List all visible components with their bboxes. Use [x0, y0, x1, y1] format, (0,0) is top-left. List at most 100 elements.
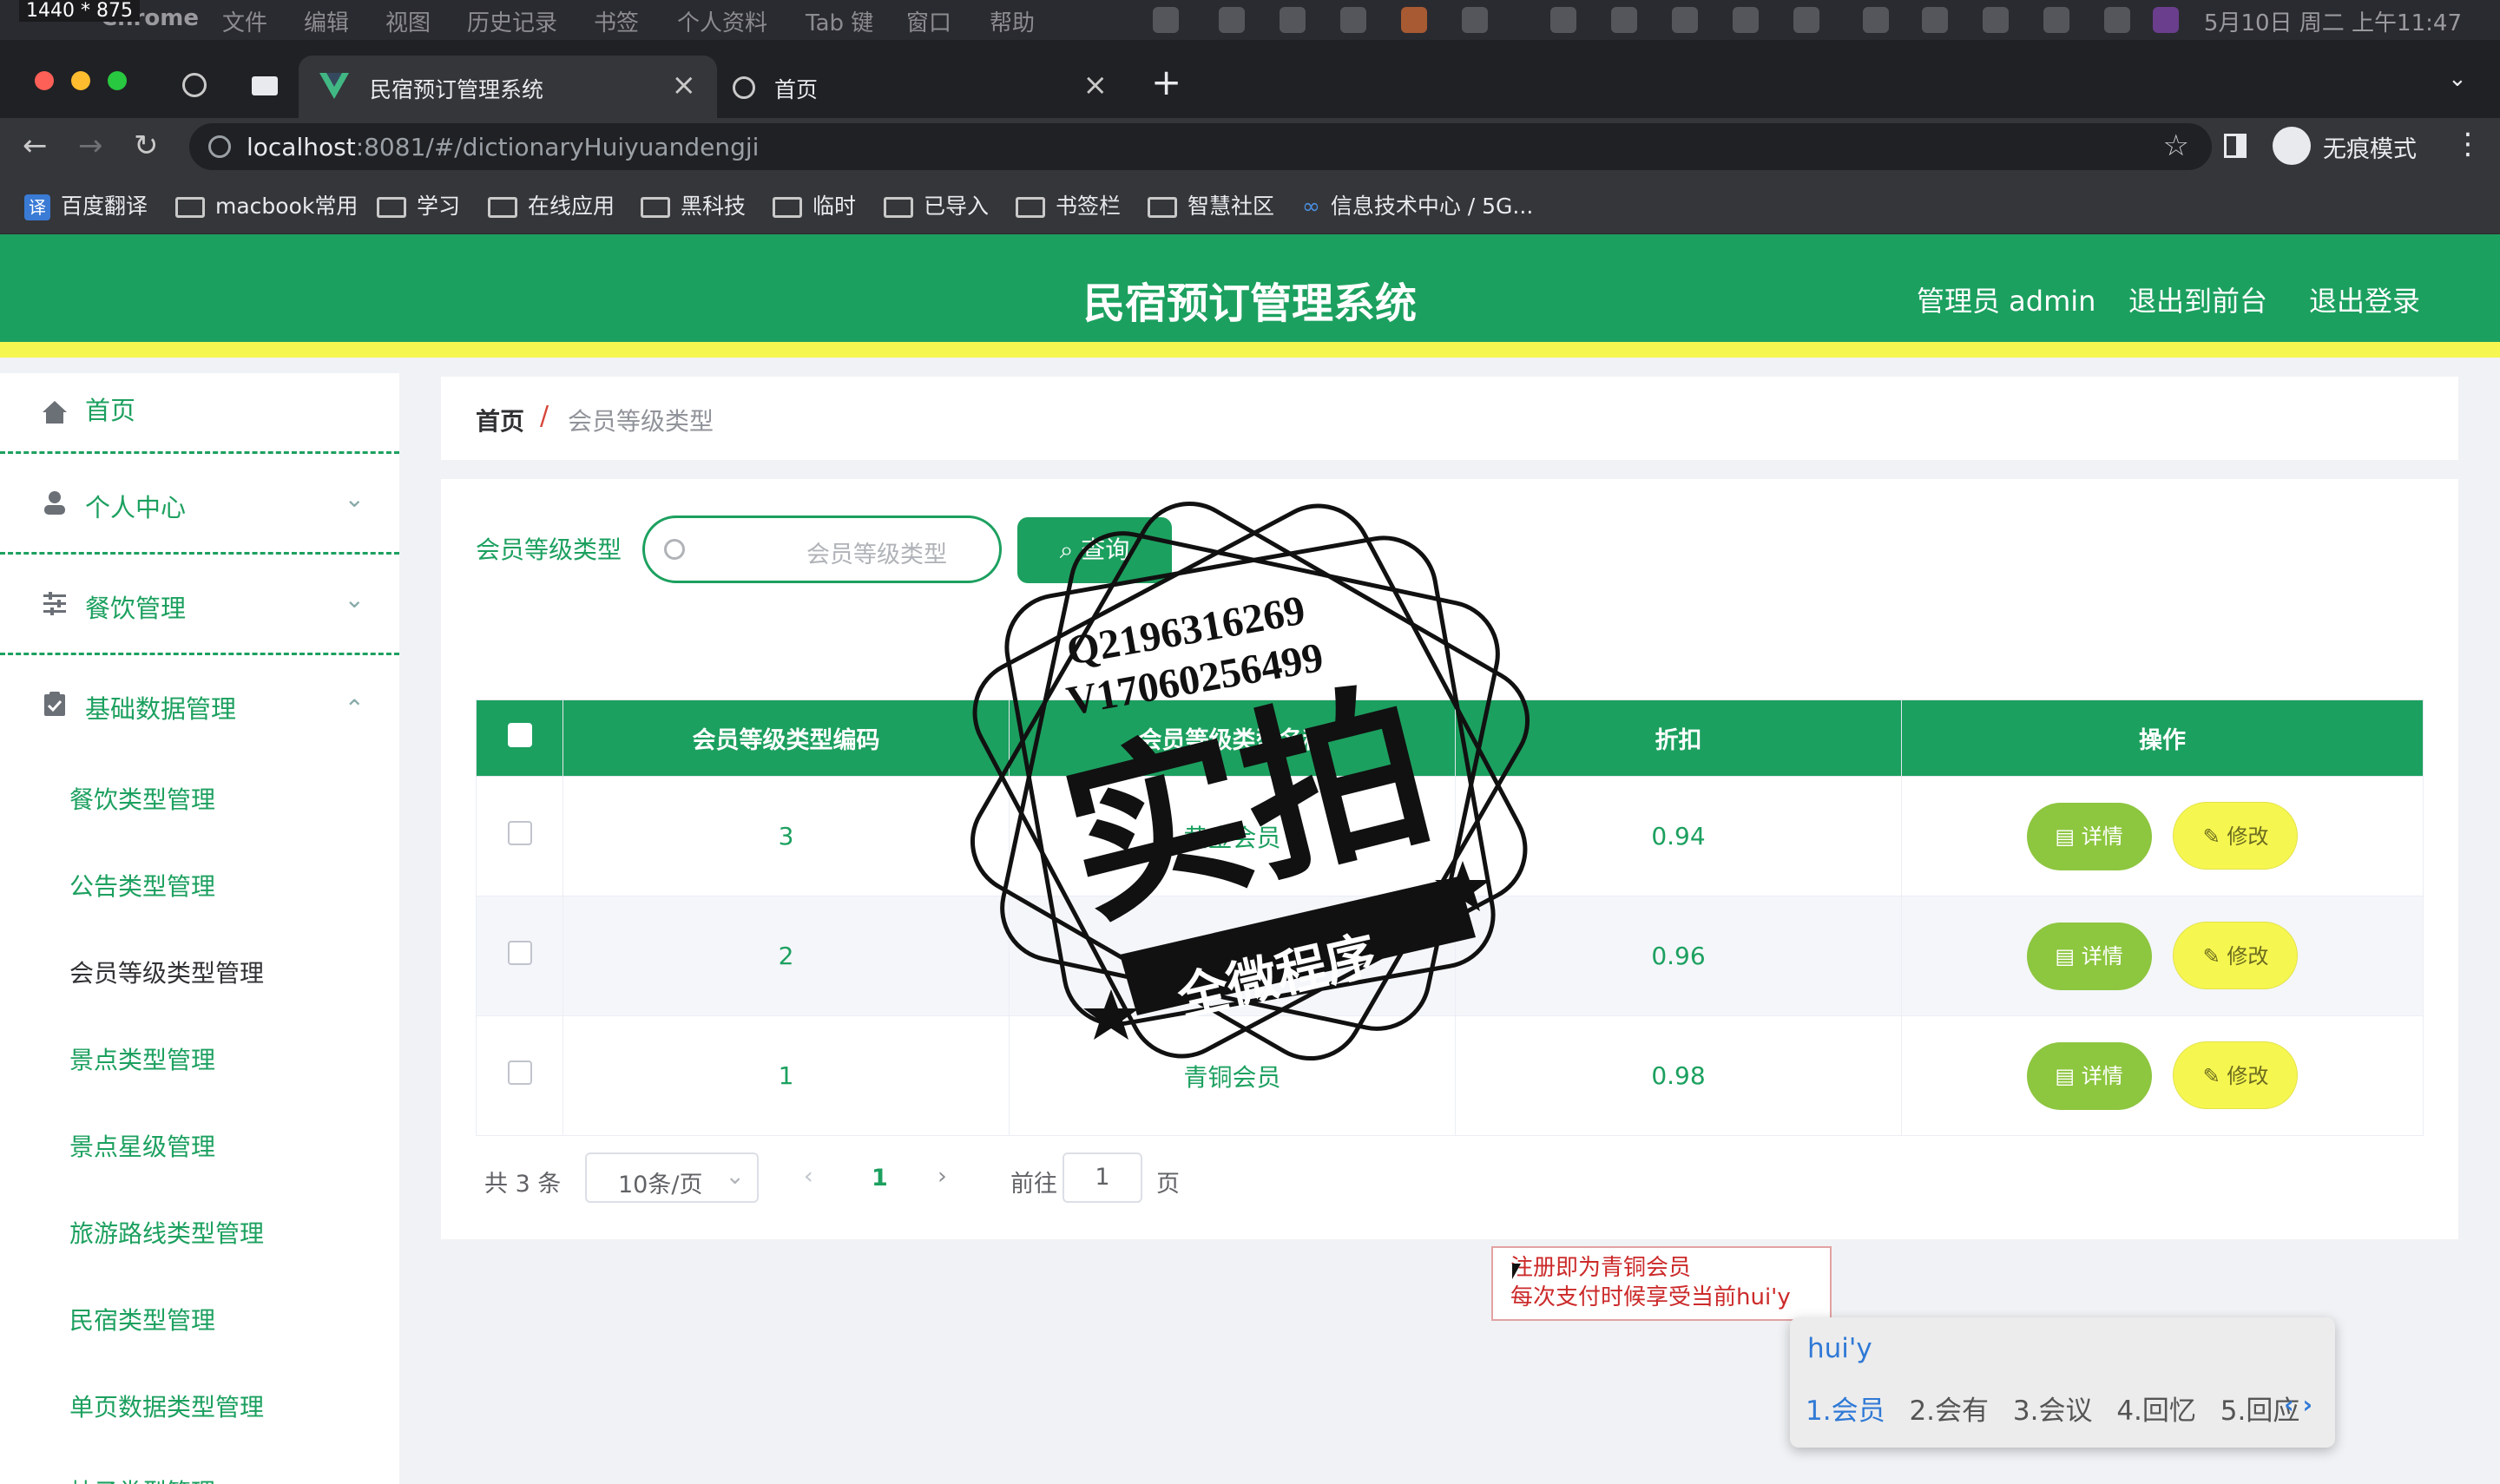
sidebar-subitem-homestay-type[interactable]: 民宿类型管理 — [69, 1302, 215, 1336]
menubar-window[interactable]: 窗口 — [906, 5, 951, 37]
menubar-view[interactable]: 视图 — [385, 5, 431, 37]
ime-candidate[interactable]: 4.回忆 — [2116, 1395, 2196, 1427]
sidebar-item-personal[interactable]: 个人中心 ⌄ — [0, 458, 399, 557]
select-all-cell[interactable] — [476, 699, 563, 777]
row-checkbox[interactable] — [507, 821, 532, 845]
row-checkbox-cell[interactable] — [476, 1015, 563, 1136]
row-checkbox-cell[interactable] — [476, 896, 563, 1016]
sidebar-item-basic-data[interactable]: 基础数据管理 ⌃ — [0, 660, 399, 758]
sidebar-subitem-catering-type[interactable]: 餐饮类型管理 — [69, 781, 215, 816]
back-icon[interactable]: ← — [23, 128, 48, 163]
tray-bell-icon[interactable] — [1280, 7, 1306, 33]
sidebar-subitem-notice-type[interactable]: 公告类型管理 — [69, 868, 215, 903]
ime-candidate[interactable]: 1.会员 — [1806, 1395, 1885, 1427]
incognito-label[interactable]: 无痕模式 — [2323, 130, 2417, 164]
tab-search-chevron-icon[interactable]: ⌄ — [2448, 66, 2467, 92]
row-checkbox[interactable] — [507, 941, 532, 965]
spotlight-search-icon[interactable] — [2043, 7, 2069, 33]
bookmark-folder-temp[interactable]: 临时 — [773, 189, 856, 220]
forward-icon[interactable]: → — [78, 128, 103, 163]
bookmark-folder-study[interactable]: 学习 — [377, 189, 460, 220]
sidebar-subitem-page-type[interactable]: 单页数据类型管理 — [69, 1389, 264, 1423]
select-all-checkbox[interactable] — [507, 723, 532, 747]
tray-info-icon[interactable] — [1550, 7, 1576, 33]
detail-button[interactable]: ▤ 详情 — [2026, 923, 2152, 990]
bookmark-folder-imported[interactable]: 已导入 — [884, 189, 989, 220]
bookmark-it-center[interactable]: ∞ 信息技术中心 / 5G... — [1302, 189, 1533, 220]
control-center-icon[interactable] — [2104, 7, 2130, 33]
sidebar-subitem-scenic-type[interactable]: 景点类型管理 — [69, 1041, 215, 1076]
bookmark-folder-online-apps[interactable]: 在线应用 — [488, 189, 615, 220]
bluetooth-icon[interactable] — [1733, 7, 1759, 33]
tray-weather-icon[interactable] — [1401, 7, 1427, 33]
document-icon: ▤ — [2055, 1064, 2082, 1088]
detail-button[interactable]: ▤ 详情 — [2026, 803, 2152, 870]
sidebar-subitem-post-type[interactable]: 帖子类型管理 — [69, 1474, 215, 1484]
pinned-tab-page-icon[interactable] — [252, 76, 278, 95]
incognito-icon[interactable] — [2273, 127, 2311, 165]
menubar-help[interactable]: 帮助 — [990, 5, 1035, 37]
bookmark-baidu-translate[interactable]: 译百度翻译 — [24, 189, 148, 220]
edit-button[interactable]: ✎ 修改 — [2173, 802, 2299, 870]
menubar-edit[interactable]: 编辑 — [304, 5, 349, 37]
sidebar-item-catering[interactable]: 餐饮管理 ⌄ — [0, 559, 399, 658]
tray-s-icon[interactable] — [1983, 7, 2009, 33]
sidebar-subitem-member-level[interactable]: 会员等级类型管理 — [69, 955, 264, 989]
edit-button[interactable]: ✎ 修改 — [2173, 1041, 2299, 1109]
row-checkbox[interactable] — [507, 1060, 532, 1085]
window-close-button[interactable] — [35, 71, 54, 90]
bookmark-folder-tech[interactable]: 黑科技 — [641, 189, 746, 220]
site-info-icon[interactable] — [208, 135, 231, 158]
url-text[interactable]: localhost:8081/#/dictionaryHuiyuandengji — [247, 133, 759, 161]
goto-page-input[interactable]: 1 — [1062, 1152, 1142, 1203]
tray-word-icon[interactable] — [1219, 7, 1245, 33]
row-checkbox-cell[interactable] — [476, 776, 563, 896]
tab-active[interactable]: 民宿预订管理系统 × — [299, 56, 717, 118]
tray-window-icon[interactable] — [1611, 7, 1637, 33]
bookmark-folder-bar[interactable]: 书签栏 — [1016, 189, 1121, 220]
close-icon[interactable]: × — [1083, 68, 1109, 102]
menubar-profiles[interactable]: 个人资料 — [677, 5, 767, 37]
window-zoom-button[interactable] — [108, 71, 127, 90]
menubar-history[interactable]: 历史记录 — [467, 5, 557, 37]
sidebar-subitem-scenic-star[interactable]: 景点星级管理 — [69, 1128, 215, 1163]
ime-candidate[interactable]: 3.会议 — [2013, 1395, 2093, 1427]
back-to-front-link[interactable]: 退出到前台 — [2128, 279, 2267, 319]
prev-page-icon[interactable]: ‹ — [804, 1163, 813, 1190]
sidebar-subitem-route-type[interactable]: 旅游路线类型管理 — [69, 1215, 264, 1250]
edit-button[interactable]: ✎ 修改 — [2173, 922, 2299, 989]
side-panel-icon[interactable] — [2224, 134, 2247, 158]
reload-icon[interactable]: ↻ — [134, 128, 159, 163]
bookmark-folder-community[interactable]: 智慧社区 — [1148, 189, 1274, 220]
tray-record-icon[interactable] — [1153, 7, 1179, 33]
menubar-file[interactable]: 文件 — [222, 5, 267, 37]
menubar-clock[interactable]: 5月10日 周二 上午11:47 — [2204, 5, 2462, 37]
tray-memory-icon[interactable] — [1462, 7, 1488, 33]
sidebar-item-home[interactable]: 首页 — [0, 373, 399, 472]
page-number-current[interactable]: 1 — [872, 1165, 888, 1192]
window-minimize-button[interactable] — [71, 71, 90, 90]
address-bar[interactable]: localhost:8081/#/dictionaryHuiyuandengji… — [189, 123, 2212, 170]
user-switch-icon[interactable] — [1922, 7, 1948, 33]
new-tab-button[interactable]: + — [1151, 61, 1181, 103]
tray-chat-icon[interactable] — [1340, 7, 1366, 33]
menubar-bookmarks[interactable]: 书签 — [594, 5, 639, 37]
close-icon[interactable]: × — [672, 68, 697, 102]
siri-icon[interactable] — [2153, 7, 2179, 33]
tray-pinwheel-icon[interactable] — [1672, 7, 1698, 33]
menubar-tab[interactable]: Tab 键 — [806, 5, 873, 37]
wifi-icon[interactable] — [1863, 7, 1889, 33]
battery-icon[interactable] — [1793, 7, 1819, 33]
next-page-icon[interactable]: › — [938, 1163, 947, 1190]
breadcrumb-home[interactable]: 首页 — [476, 403, 524, 437]
bookmark-folder-macbook[interactable]: macbook常用 — [175, 189, 358, 220]
pinned-tab-globe-icon[interactable] — [182, 73, 207, 97]
bookmark-star-icon[interactable]: ☆ — [2163, 128, 2189, 163]
browser-menu-icon[interactable]: ⋮ — [2453, 127, 2483, 161]
detail-button[interactable]: ▤ 详情 — [2026, 1042, 2152, 1110]
ime-page-arrows-icon[interactable]: ‹ › — [2284, 1390, 2312, 1419]
logout-link[interactable]: 退出登录 — [2309, 279, 2420, 319]
tab-inactive[interactable]: 首页 × — [720, 56, 1128, 118]
page-size-select[interactable]: 10条/页 ⌄ — [585, 1152, 759, 1203]
ime-candidate[interactable]: 2.会有 — [1909, 1395, 1989, 1427]
